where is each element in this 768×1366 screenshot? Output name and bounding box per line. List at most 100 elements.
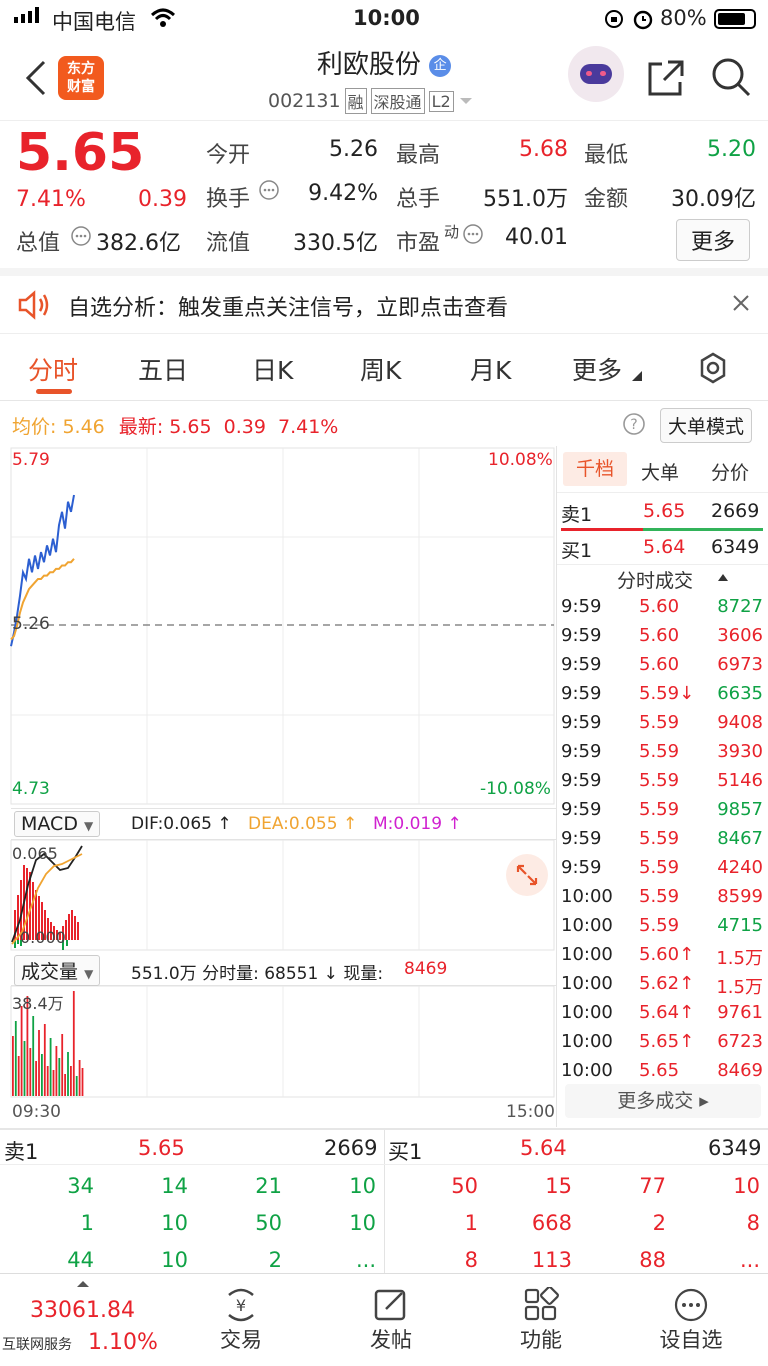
settings-icon[interactable] (696, 351, 730, 385)
tab-monthly-k[interactable]: 月K (470, 351, 511, 387)
y-max-label: 5.79 (12, 450, 50, 470)
nav-post[interactable]: 发帖 (346, 1286, 436, 1354)
trade-time: 9:59 (561, 828, 602, 849)
volume-bar (43, 1024, 46, 1096)
macd-bar (74, 916, 76, 940)
book-buy-qty: 6349 (708, 1136, 762, 1160)
book-buy-label: 买1 (388, 1140, 423, 1164)
volume-chart[interactable] (0, 986, 556, 1098)
depth-tab-thousand[interactable]: 千档 (563, 452, 627, 486)
macd-chart[interactable] (0, 840, 556, 952)
depth-tab-price[interactable]: 分价 (711, 458, 749, 485)
trade-row: 10:00 5.65 8469 (557, 1056, 768, 1085)
latest-change: 0.39 (223, 416, 266, 438)
trade-price: 5.59 (639, 828, 680, 849)
volume-summary: 551.0万 分时量: 68551 ↓ 现量: (131, 964, 384, 984)
tab-daily-k[interactable]: 日K (252, 351, 293, 387)
close-icon[interactable] (732, 294, 750, 312)
macd-bar (17, 940, 19, 944)
company-badge: 企 (429, 54, 452, 77)
stock-code: 002131 (268, 90, 341, 112)
depth-tab-big-order[interactable]: 大单 (641, 458, 679, 485)
trades-title[interactable]: 分时成交 (617, 566, 693, 593)
trade-price: 5.60 (639, 654, 680, 675)
share-icon[interactable] (646, 58, 686, 98)
total-value-label: 总值 (16, 231, 61, 256)
pe-value: 40.01 (505, 225, 568, 250)
caret-up-icon (77, 1281, 89, 1287)
trade-time: 9:59 (561, 625, 602, 646)
tab-intraday[interactable]: 分时 (28, 351, 78, 387)
y-mid-label: 5.26 (12, 614, 50, 634)
price-chart[interactable] (0, 446, 556, 808)
trade-time: 9:59 (561, 799, 602, 820)
more-trades-button[interactable]: 更多成交 ▸ (565, 1084, 761, 1118)
macd-header: MACD ▼ DIF:0.065 ↑ DEA:0.055 ↑ M:0.019 ↑ (11, 808, 556, 840)
signal-banner[interactable]: 自选分析：触发重点关注信号，立即点击查看 (0, 268, 768, 334)
trade-price: 5.59 (639, 886, 680, 907)
book-cell: 21 (255, 1174, 282, 1198)
trade-time: 10:00 (561, 1031, 613, 1052)
amount-label: 金额 (584, 187, 629, 212)
index-label: 互联网服务 (2, 1337, 72, 1353)
robot-assistant-icon[interactable] (568, 46, 624, 102)
trade-volume: 9857 (717, 799, 763, 820)
trade-time: 9:59 (561, 741, 602, 762)
amount-value: 30.09亿 (671, 187, 756, 212)
volume-bar (67, 1052, 69, 1096)
search-icon[interactable] (710, 56, 752, 98)
nav-add-watchlist[interactable]: 设自选 (646, 1286, 736, 1354)
more-quote-button[interactable]: 更多 (676, 219, 751, 261)
carrier: 中国电信 (52, 10, 136, 34)
nav-trade[interactable]: ¥ 交易 (196, 1286, 286, 1354)
big-order-mode-button[interactable]: 大单模式 (660, 408, 753, 443)
book-cell: 8 (746, 1211, 760, 1235)
volume-bar (38, 1030, 40, 1096)
volume-bar (35, 1061, 37, 1096)
trade-time: 9:59 (561, 654, 602, 675)
index-value[interactable]: 33061.84 (30, 1298, 135, 1323)
quote-panel: 5.65 7.41% 0.39 总值 382.6亿 今开 5.26 最高 5.6… (0, 120, 768, 268)
help-icon[interactable]: ? (622, 412, 646, 436)
macd-select[interactable]: MACD ▼ (14, 811, 101, 837)
trade-price: 5.59 (639, 741, 680, 762)
pct-min-label: -10.08% (480, 779, 551, 799)
tab-more[interactable]: 更多 (572, 351, 622, 387)
depth-buy-qty: 6349 (711, 536, 760, 558)
volume-bar (55, 1046, 58, 1096)
depth-buy-price: 5.64 (643, 536, 686, 558)
volume-select[interactable]: 成交量 ▼ (14, 955, 101, 986)
grid-icon (524, 1287, 559, 1321)
signal-icon (14, 7, 39, 23)
book-cell: 88 (639, 1248, 666, 1272)
tab-five-day[interactable]: 五日 (138, 351, 188, 387)
orientation-lock-icon (605, 10, 623, 28)
bottom-bar: 33061.84 互联网服务 1.10% ¥ 交易 发帖 功能 设自选 (0, 1273, 768, 1366)
low-value: 5.20 (707, 137, 756, 162)
turnover-value: 9.42% (308, 181, 378, 206)
expand-icon[interactable] (506, 854, 548, 896)
info-dots-icon[interactable] (462, 223, 484, 245)
info-dots-icon[interactable] (258, 179, 280, 201)
trade-row: 9:59 5.59 9408 (557, 708, 768, 737)
chevron-down-icon[interactable] (458, 95, 474, 107)
period-tabs: 分时 五日 日K 周K 月K 更多 (0, 335, 768, 401)
turnover-label: 换手 (206, 187, 251, 212)
speaker-icon (18, 290, 49, 320)
volume-bar (64, 1074, 66, 1096)
book-sell-price: 5.65 (138, 1136, 185, 1160)
trade-row: 9:59 5.59 5146 (557, 766, 768, 795)
trade-time: 10:00 (561, 886, 613, 907)
x-end-label: 15:00 (506, 1102, 555, 1122)
tab-weekly-k[interactable]: 周K (360, 351, 401, 387)
trade-price: 5.59 (639, 857, 680, 878)
stock-name: 利欧股份 (316, 50, 421, 80)
avg-price-value: 5.46 (62, 416, 105, 438)
float-value: 330.5亿 (293, 231, 378, 256)
volume-bar (58, 1058, 61, 1096)
info-dots-icon[interactable] (70, 225, 92, 247)
nav-functions[interactable]: 功能 (496, 1286, 586, 1354)
avg-price-label: 均价: (12, 416, 57, 438)
book-cell: 15 (545, 1174, 572, 1198)
volume-bar (23, 1041, 26, 1096)
